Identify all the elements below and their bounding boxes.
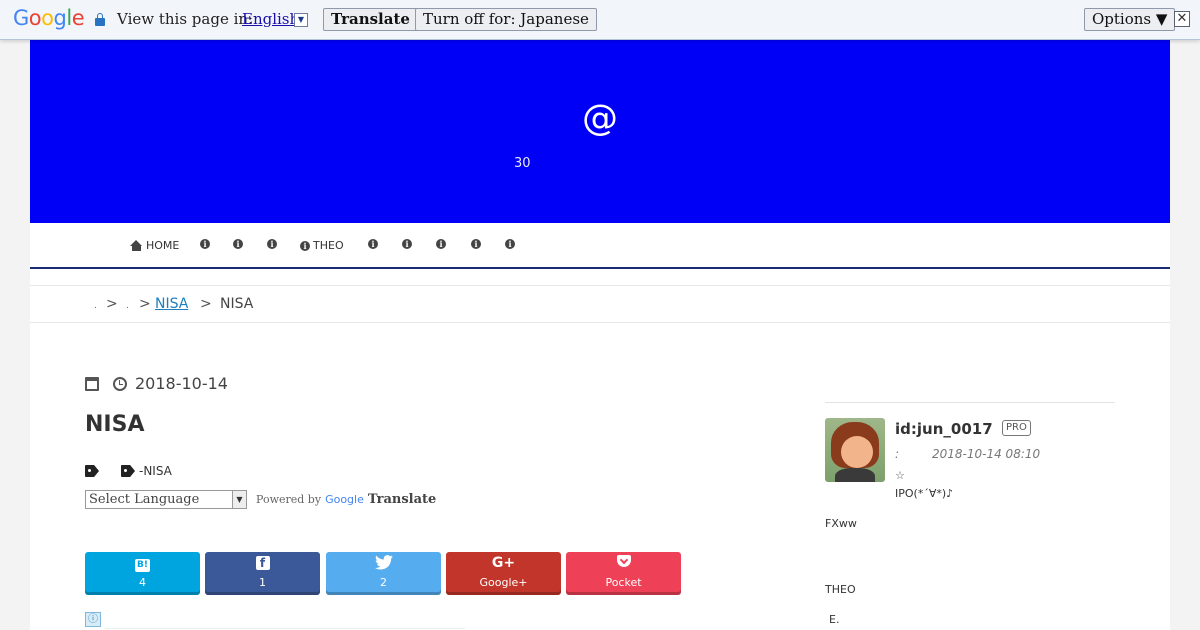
hatena-share-button[interactable]: B! 4	[85, 552, 200, 595]
nav-item[interactable]: i	[233, 239, 246, 249]
info-icon: i	[233, 239, 243, 249]
breadcrumb-item[interactable]: .	[126, 296, 129, 312]
google-plus-icon: G+	[491, 555, 516, 571]
divider	[105, 628, 465, 629]
breadcrumb-separator: >	[106, 296, 118, 312]
nav-item-theo[interactable]: i THEO	[300, 239, 344, 252]
facebook-icon: f	[255, 556, 270, 570]
tag-icon	[85, 465, 99, 477]
info-icon: i	[267, 239, 277, 249]
powered-by-google-translate: Powered by Google Translate	[256, 492, 437, 507]
user-id[interactable]: id:jun_0017	[895, 420, 993, 438]
google-logo: Google	[325, 493, 364, 506]
site-title[interactable]: @	[582, 98, 618, 139]
hatena-bookmark-icon: B!	[135, 559, 150, 572]
google-plus-share-button[interactable]: G+ Google+	[446, 552, 561, 595]
post-date-text: 2018-10-14	[135, 374, 228, 393]
turn-off-button[interactable]: Turn off for: Japanese	[415, 8, 597, 31]
star-icon: ☆	[895, 469, 905, 482]
view-page-label: View this page in:	[117, 10, 254, 28]
close-icon[interactable]: ✕	[1174, 11, 1190, 27]
share-count: 4	[139, 576, 146, 589]
breadcrumb-item[interactable]: .	[94, 296, 97, 312]
nav-item[interactable]: i	[368, 239, 381, 249]
pro-badge: PRO	[1002, 420, 1031, 436]
breadcrumb-current: NISA	[220, 296, 254, 312]
chevron-down-icon: ▼	[232, 491, 246, 508]
nav-item[interactable]: i	[267, 239, 280, 249]
info-icon: i	[300, 240, 310, 251]
tag-icon	[121, 465, 135, 477]
calendar-icon	[85, 376, 99, 391]
breadcrumb: . > . > NISA > NISA	[30, 285, 1170, 323]
facebook-share-button[interactable]: f 1	[205, 552, 320, 595]
info-icon: i	[436, 239, 446, 249]
nav-item[interactable]: i	[402, 239, 415, 249]
sidebar-text: E.	[829, 613, 840, 626]
lock-icon	[95, 13, 105, 26]
site-description: 30	[514, 156, 531, 171]
nav-item[interactable]: i	[200, 239, 213, 249]
sidebar-text: FXww	[825, 517, 857, 530]
page-container: @ 30 HOME i i i i THEO i i i i i . > . > …	[30, 40, 1170, 630]
sidebar-text: THEO	[825, 583, 856, 596]
info-icon: i	[505, 239, 515, 249]
user-meta-label: :	[895, 447, 900, 461]
nav-item-label: HOME	[146, 239, 180, 252]
pocket-share-button[interactable]: Pocket	[566, 552, 681, 595]
global-nav: HOME i i i i THEO i i i i i	[30, 223, 1170, 269]
post-date: 2018-10-14	[85, 374, 228, 393]
site-header: @ 30	[30, 40, 1170, 223]
home-icon	[130, 240, 143, 251]
language-dropdown-icon[interactable]: ▼	[294, 13, 308, 27]
nav-item[interactable]: i	[505, 239, 518, 249]
breadcrumb-item[interactable]: NISA	[155, 296, 188, 312]
nav-item[interactable]: i	[471, 239, 484, 249]
twitter-share-button[interactable]: 2	[326, 552, 441, 595]
user-timestamp: 2018-10-14 08:10	[932, 447, 1041, 461]
nav-item-label: THEO	[313, 239, 344, 252]
google-translate-bar: Google View this page in: English ▼ Tran…	[0, 0, 1200, 40]
nav-item[interactable]: i	[436, 239, 449, 249]
info-icon: i	[368, 239, 378, 249]
tag-label[interactable]: -NISA	[139, 464, 172, 478]
language-select[interactable]: Select Language ▼	[85, 490, 247, 509]
sidebar-text: IPO(*´∀*)♪	[895, 487, 954, 500]
breadcrumb-separator: >	[200, 296, 212, 312]
info-icon: i	[200, 239, 210, 249]
share-count: 1	[259, 576, 266, 589]
post-tags: -NISA	[85, 464, 172, 478]
post-title: NISA	[85, 412, 145, 437]
google-logo: Google	[13, 6, 85, 30]
avatar[interactable]	[825, 418, 885, 482]
nav-item-home[interactable]: HOME	[130, 239, 179, 252]
info-icon: i	[402, 239, 412, 249]
twitter-icon	[326, 555, 441, 574]
share-count: 2	[380, 576, 387, 589]
breadcrumb-separator: >	[139, 296, 151, 312]
pocket-icon	[616, 555, 631, 567]
share-label: Google+	[479, 576, 528, 589]
language-link[interactable]: English	[242, 10, 299, 28]
options-button[interactable]: Options ▼	[1084, 8, 1176, 31]
clock-icon	[113, 376, 127, 391]
info-icon: ⓘ	[85, 612, 101, 627]
info-icon: i	[471, 239, 481, 249]
sidebar-divider	[825, 402, 1115, 403]
translate-button[interactable]: Translate	[323, 8, 418, 31]
share-label: Pocket	[605, 576, 642, 589]
